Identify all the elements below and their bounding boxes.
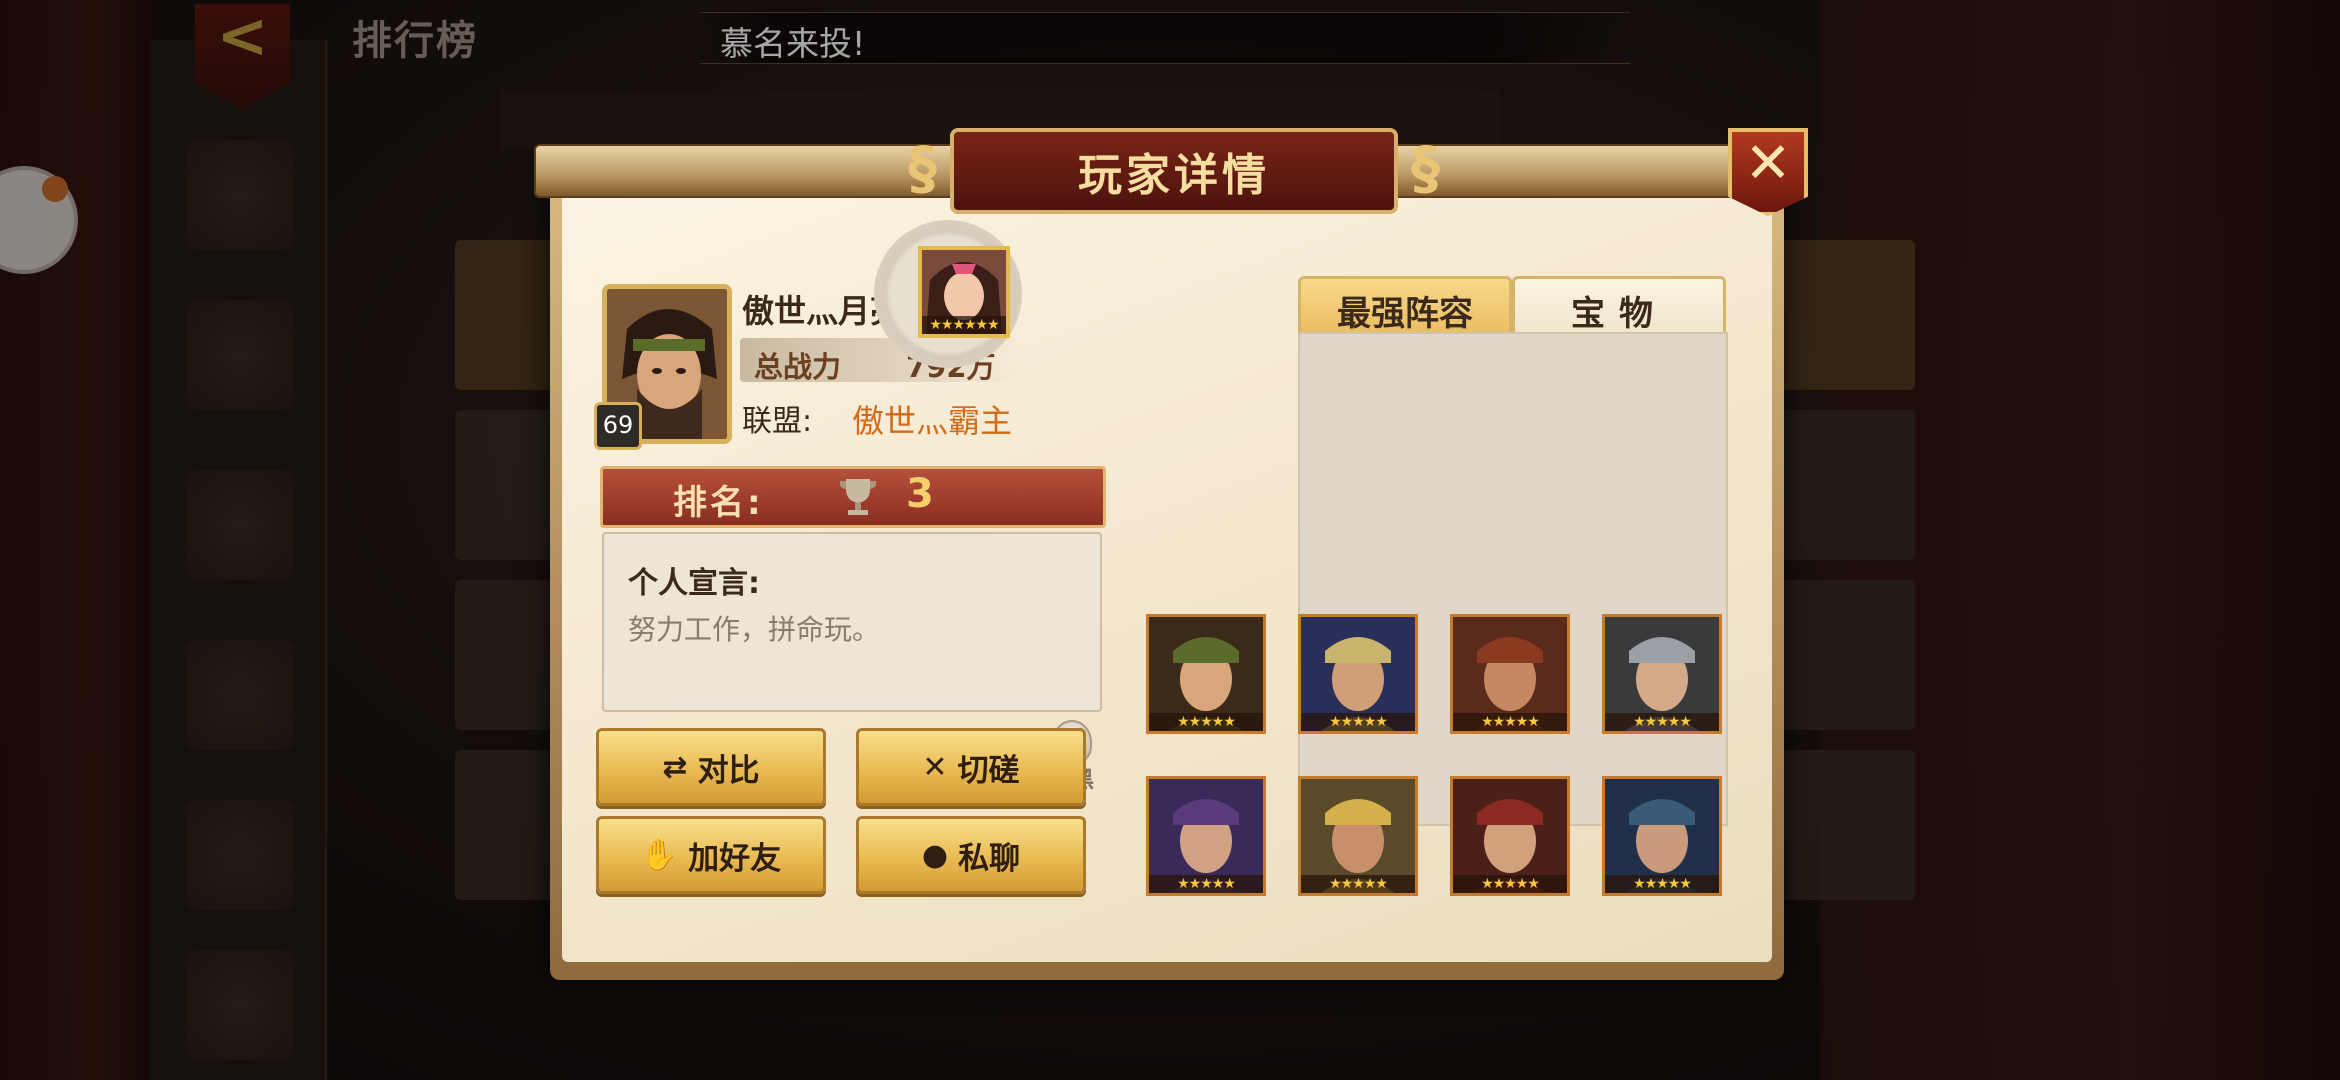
hero-portrait[interactable]: ★★★★★ (1298, 776, 1418, 896)
hero-portrait[interactable]: ★★★★★ (1450, 776, 1570, 896)
spar-label: 切磋 (957, 752, 1020, 789)
total-power-label: 总战力 (754, 350, 842, 384)
compare-button[interactable]: ⇄ 对比 (596, 728, 826, 806)
private-chat-label: 私聊 (958, 840, 1021, 877)
hero-stars: ★★★★★ (1605, 713, 1719, 731)
featured-hero-stars: ★★★★★★ (922, 316, 1006, 334)
alliance-label: 联盟: (742, 404, 813, 439)
compare-icon: ⇄ (662, 749, 688, 785)
alliance-name-link[interactable]: 傲世灬霸主 (852, 396, 1012, 442)
hero-portrait[interactable]: ★★★★★ (1146, 614, 1266, 734)
motto-text: 努力工作，拼命玩。 (628, 613, 881, 646)
hero-stars: ★★★★★ (1149, 875, 1263, 893)
hero-portrait[interactable]: ★★★★★ (1298, 614, 1418, 734)
trophy-icon (840, 479, 876, 515)
player-level-badge: 69 (594, 402, 642, 450)
hero-portrait[interactable]: ★★★★★ (1146, 776, 1266, 896)
hero-portrait[interactable]: ★★★★★ (1450, 614, 1570, 734)
hero-stars: ★★★★★ (1301, 713, 1415, 731)
modal-title-plate: 玩家详情 (908, 128, 1440, 214)
rank-value: 3 (906, 471, 934, 517)
hero-stars: ★★★★★ (1453, 713, 1567, 731)
personal-motto-box: 个人宣言: 努力工作，拼命玩。 (602, 532, 1102, 712)
close-icon: ✕ (1744, 131, 1792, 196)
handshake-icon: ✋ (640, 837, 679, 873)
add-friend-button[interactable]: ✋ 加好友 (596, 816, 826, 894)
spar-button[interactable]: ✕ 切磋 (856, 728, 1086, 806)
featured-hero-portrait[interactable]: ★★★★★★ (918, 246, 1010, 338)
modal-title: 玩家详情 (1078, 150, 1270, 201)
hero-stars: ★★★★★ (1149, 713, 1263, 731)
hero-portrait[interactable]: ★★★★★ (1602, 776, 1722, 896)
hero-stars: ★★★★★ (1301, 875, 1415, 893)
hero-portrait[interactable]: ★★★★★ (1602, 614, 1722, 734)
hero-stars: ★★★★★ (1453, 875, 1567, 893)
rank-label: 排名: (673, 483, 764, 523)
crossed-swords-icon: ✕ (922, 749, 948, 785)
private-chat-button[interactable]: ● 私聊 (856, 816, 1086, 894)
motto-title: 个人宣言: (628, 566, 760, 601)
add-friend-label: 加好友 (688, 840, 782, 877)
chat-bubble-icon: ● (921, 837, 949, 873)
lineup-panel (1298, 332, 1728, 826)
compare-label: 对比 (697, 752, 760, 789)
rank-bar: 排名: 3 (600, 466, 1106, 528)
hero-stars: ★★★★★ (1605, 875, 1719, 893)
